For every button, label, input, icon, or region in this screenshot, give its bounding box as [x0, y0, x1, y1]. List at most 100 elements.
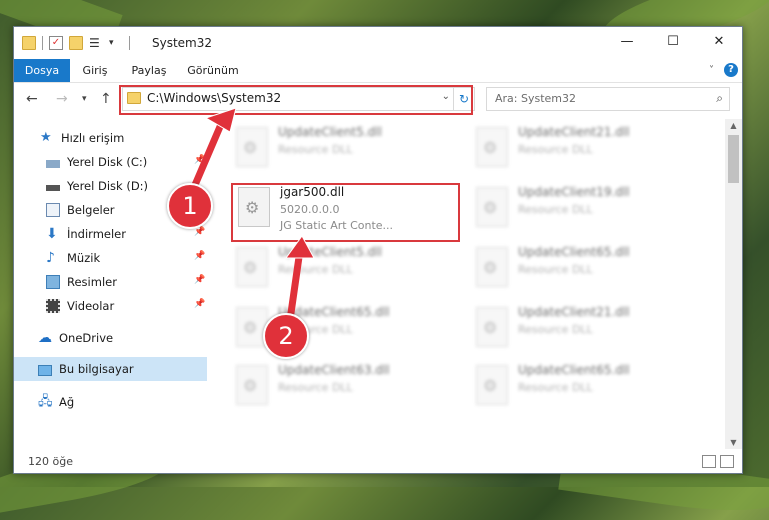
sidebar-item-quick-access[interactable]: ★ Hızlı erişim [40, 127, 124, 149]
ribbon: Dosya Giriş Paylaş Görünüm ˅ ? [14, 59, 742, 83]
file-item[interactable]: UpdateClient21.dll Resource DLL [470, 121, 690, 173]
scroll-up-arrow[interactable]: ▲ [725, 121, 742, 130]
tab-view[interactable]: Görünüm [182, 59, 244, 82]
download-icon: ⬇ [46, 226, 58, 242]
pin-icon[interactable]: 📌 [194, 299, 205, 309]
scrollbar-thumb[interactable] [728, 135, 739, 183]
address-highlight-box [119, 85, 473, 115]
file-item[interactable]: UpdateClient5.dll Resource DLL [230, 241, 450, 293]
tab-file[interactable]: Dosya [14, 59, 70, 82]
minimize-button[interactable]: — [604, 27, 650, 57]
dll-file-icon [236, 247, 268, 287]
cloud-icon: ☁ [38, 330, 52, 346]
sidebar-item-label: İndirmeler [67, 227, 126, 241]
sidebar-item-label: Videolar [67, 299, 115, 313]
expand-ribbon-icon[interactable]: ˅ [709, 65, 714, 76]
search-input[interactable]: Ara: System32 [495, 92, 576, 105]
file-name: UpdateClient21.dll [518, 125, 630, 139]
details-view-icon[interactable] [702, 455, 716, 468]
search-icon: ⌕ [716, 91, 723, 105]
dll-file-icon [476, 365, 508, 405]
ribbon-controls: ˅ ? [709, 63, 738, 77]
sidebar-item-local-disk-c[interactable]: Yerel Disk (C:) [46, 151, 147, 173]
file-name: UpdateClient63.dll [278, 363, 390, 377]
vertical-scrollbar[interactable]: ▲ ▼ [725, 119, 742, 449]
dll-file-icon [236, 365, 268, 405]
tab-home[interactable]: Giriş [76, 59, 114, 82]
sidebar-item-label: Hızlı erişim [61, 131, 125, 145]
file-list: UpdateClient5.dll Resource DLL jgar500.d… [210, 119, 723, 449]
help-icon[interactable]: ? [724, 63, 738, 77]
sidebar-item-onedrive[interactable]: ☁ OneDrive [38, 327, 113, 349]
new-folder-icon[interactable] [69, 36, 83, 50]
customize-icon[interactable]: ☰ [89, 36, 103, 50]
sidebar-item-pictures[interactable]: Resimler [46, 271, 117, 293]
file-description: Resource DLL [518, 381, 593, 394]
tab-share[interactable]: Paylaş [124, 59, 174, 82]
star-icon: ★ [40, 130, 52, 145]
back-button[interactable]: ← [26, 91, 38, 107]
sidebar-item-label: Müzik [67, 251, 101, 265]
sidebar-item-label: Ağ [59, 395, 75, 409]
file-item[interactable]: UpdateClient65.dll Resource DLL [230, 301, 450, 353]
maximize-button[interactable]: ☐ [650, 27, 696, 57]
quick-access-toolbar: ✓ ☰ ▾ [22, 35, 130, 51]
sidebar-item-label: OneDrive [59, 331, 114, 345]
pin-icon[interactable]: 📌 [194, 155, 205, 165]
search-box[interactable]: Ara: System32 ⌕ [486, 87, 730, 111]
chevron-down-icon[interactable]: ▾ [109, 36, 123, 50]
pin-icon[interactable]: 📌 [194, 227, 205, 237]
sidebar-item-network[interactable]: 🖧 Ağ [38, 391, 74, 413]
sidebar-item-label: Belgeler [67, 203, 115, 217]
file-name: UpdateClient65.dll [518, 363, 630, 377]
large-icons-view-icon[interactable] [720, 455, 734, 468]
computer-icon [38, 364, 52, 376]
sidebar-item-label: Yerel Disk (C:) [67, 155, 148, 169]
sidebar-item-documents[interactable]: Belgeler [46, 199, 115, 221]
status-bar: 120 öğe [14, 449, 742, 473]
file-item[interactable]: UpdateClient19.dll Resource DLL [470, 181, 690, 233]
title-bar: ✓ ☰ ▾ System32 — ☐ ✕ [14, 27, 742, 59]
file-item[interactable]: UpdateClient5.dll Resource DLL [230, 121, 450, 173]
file-item[interactable]: UpdateClient65.dll Resource DLL [470, 241, 690, 293]
video-icon [46, 299, 60, 313]
file-description: Resource DLL [278, 143, 353, 156]
network-icon: 🖧 [38, 394, 53, 409]
file-item[interactable]: UpdateClient63.dll Resource DLL [230, 359, 450, 411]
sidebar-item-videos[interactable]: Videolar [46, 295, 114, 317]
close-button[interactable]: ✕ [696, 27, 742, 57]
sidebar-item-this-pc[interactable]: Bu bilgisayar [38, 358, 134, 380]
step-badge-2: 2 [263, 313, 309, 359]
file-description: Resource DLL [278, 263, 353, 276]
file-name: UpdateClient21.dll [518, 305, 630, 319]
recent-locations-button[interactable]: ▾ [82, 94, 87, 104]
file-name: UpdateClient5.dll [278, 125, 382, 139]
pin-icon[interactable]: 📌 [194, 251, 205, 261]
file-description: Resource DLL [518, 143, 593, 156]
file-description: Resource DLL [518, 203, 593, 216]
sidebar-item-label: Bu bilgisayar [59, 362, 134, 376]
pictures-icon [46, 275, 60, 289]
folder-icon [22, 36, 36, 50]
forward-button[interactable]: → [56, 91, 68, 107]
file-item[interactable]: UpdateClient65.dll Resource DLL [470, 359, 690, 411]
dll-file-icon [476, 247, 508, 287]
file-description: Resource DLL [518, 323, 593, 336]
sidebar-item-downloads[interactable]: ⬇ İndirmeler [46, 223, 126, 245]
file-item[interactable]: UpdateClient21.dll Resource DLL [470, 301, 690, 353]
window-title: System32 [152, 36, 213, 50]
scroll-down-arrow[interactable]: ▼ [725, 438, 742, 447]
sidebar-item-local-disk-d[interactable]: Yerel Disk (D:) [46, 175, 148, 197]
up-button[interactable]: ↑ [100, 91, 112, 107]
item-count: 120 öğe [28, 455, 73, 468]
view-switcher [702, 455, 734, 468]
dll-file-icon [476, 127, 508, 167]
properties-icon[interactable]: ✓ [49, 36, 63, 50]
sidebar-item-music[interactable]: ♪ Müzik [46, 247, 100, 269]
file-description: Resource DLL [518, 263, 593, 276]
separator [129, 36, 130, 50]
file-name: UpdateClient65.dll [518, 245, 630, 259]
pin-icon[interactable]: 📌 [194, 275, 205, 285]
dll-file-icon [236, 127, 268, 167]
sidebar-item-label: Resimler [67, 275, 117, 289]
